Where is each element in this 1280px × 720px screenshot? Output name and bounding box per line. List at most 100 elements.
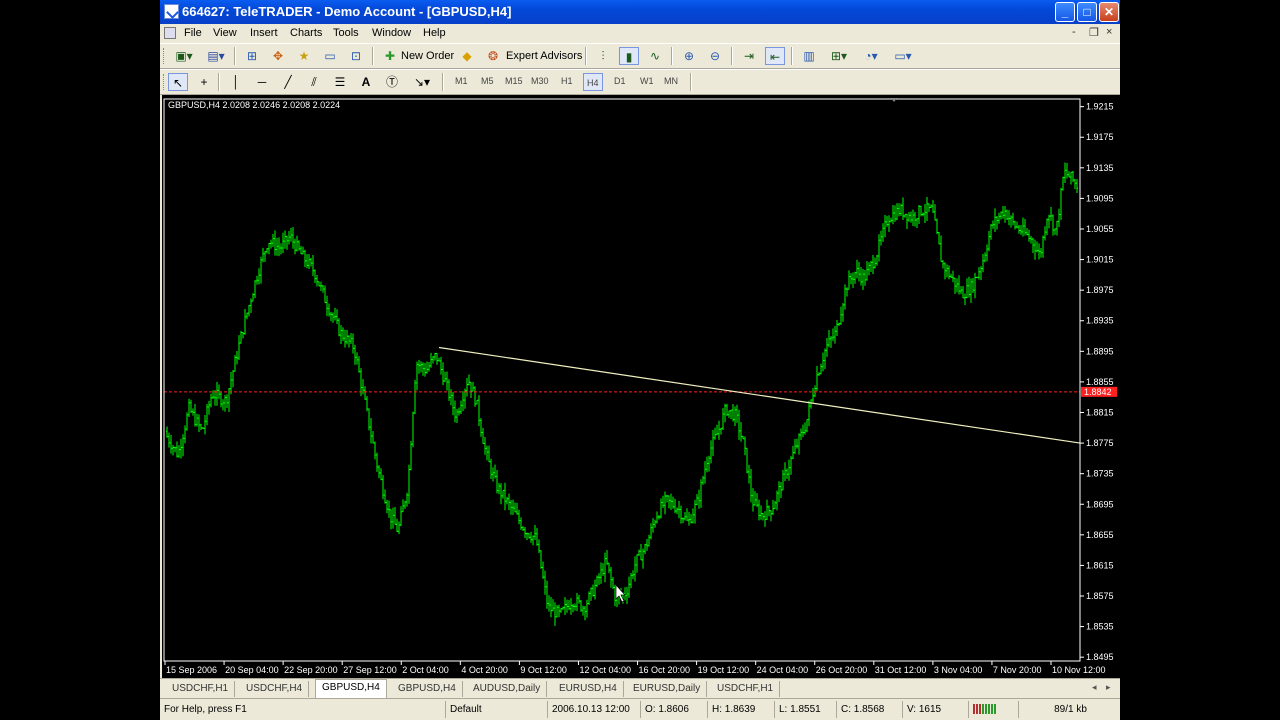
profiles-icon[interactable]: ▤▾	[202, 47, 230, 65]
y-tick-label: 1.9095	[1086, 193, 1114, 203]
indicators-icon[interactable]: ▥	[799, 47, 819, 65]
navigator-icon[interactable]: ✥	[268, 47, 288, 65]
new-order-icon[interactable]: ✚	[380, 47, 400, 65]
vertical-line-icon[interactable]: │	[226, 73, 246, 91]
y-tick-label: 1.8655	[1086, 530, 1114, 540]
autoscroll-icon[interactable]: ⇥	[739, 47, 759, 65]
mdi-restore-button[interactable]: ❐	[1089, 26, 1099, 39]
menu-help[interactable]: Help	[423, 27, 446, 39]
chart-window-icon[interactable]	[164, 27, 176, 39]
new-chart-icon[interactable]: ▣▾	[170, 47, 198, 65]
timeframe-h4[interactable]: H4	[583, 73, 603, 91]
menu-insert[interactable]: Insert	[250, 27, 278, 39]
tab-scroll-left-icon[interactable]: ◂	[1092, 682, 1097, 693]
status-low: L: 1.8551	[774, 701, 836, 718]
maximize-button[interactable]: □	[1077, 2, 1097, 22]
bar-chart-icon[interactable]: ⫶	[593, 47, 613, 65]
chart-window: 1.9215 1.9175 1.9135 1.9095 1.9055 1.9015 1.89…	[160, 95, 1120, 678]
chart-tab-gbpusd-h4-active[interactable]: GBPUSD,H4	[315, 679, 387, 698]
x-tick-label: 10 Nov 12:00	[1052, 665, 1106, 675]
text-icon[interactable]: A	[356, 73, 376, 91]
y-tick-label: 1.9215	[1086, 102, 1114, 112]
menu-charts[interactable]: Charts	[290, 27, 322, 39]
toolbar-grip[interactable]	[163, 48, 167, 64]
menu-view[interactable]: View	[213, 27, 237, 39]
chart-shift-icon[interactable]: ⇤	[765, 47, 785, 65]
y-tick-label: 1.8695	[1086, 499, 1114, 509]
x-tick-label: 22 Sep 20:00	[284, 665, 338, 675]
toolbar-separator	[234, 47, 236, 65]
chart-tab-usdchf-h1-2[interactable]: USDCHF,H1	[711, 681, 781, 697]
x-tick-label: 4 Oct 20:00	[461, 665, 508, 675]
application-window: 664627: TeleTRADER - Demo Account - [GBP…	[160, 0, 1120, 720]
x-tick-label: 9 Oct 12:00	[520, 665, 567, 675]
timeframe-m15[interactable]: M15	[505, 76, 523, 86]
equidistant-channel-icon[interactable]: ⫽	[304, 73, 324, 91]
menu-window[interactable]: Window	[372, 27, 411, 39]
chart-tab-gbpusd-h4[interactable]: GBPUSD,H4	[392, 681, 463, 697]
mdi-minimize-button[interactable]: -	[1072, 26, 1076, 38]
timeframe-w1[interactable]: W1	[640, 76, 654, 86]
toolbar-separator	[442, 73, 444, 91]
chart-tab-eurusd-daily[interactable]: EURUSD,Daily	[627, 681, 708, 697]
timeframe-mn[interactable]: MN	[664, 76, 678, 86]
templates-menu-icon[interactable]: ▭▾	[889, 47, 917, 65]
fibonacci-icon[interactable]: ☰	[330, 73, 350, 91]
timeframe-m30[interactable]: M30	[531, 76, 549, 86]
title-bar[interactable]: 664627: TeleTRADER - Demo Account - [GBP…	[160, 0, 1120, 24]
chart-tab-usdchf-h4[interactable]: USDCHF,H4	[240, 681, 310, 697]
standard-toolbar: ▣▾ ▤▾ ⊞ ✥ ★ ▭ ⊡ ✚ New Order ◆ ❂ Expert A…	[160, 43, 1120, 69]
strategy-tester-icon[interactable]: ⊡	[346, 47, 366, 65]
menu-tools[interactable]: Tools	[333, 27, 359, 39]
chart-tab-usdchf-h1[interactable]: USDCHF,H1	[166, 681, 236, 697]
y-tick-label: 1.8815	[1086, 407, 1114, 417]
expert-advisors-icon[interactable]: ❂	[483, 47, 503, 65]
alert-icon[interactable]: ◆	[457, 47, 477, 65]
horizontal-line-icon[interactable]: ─	[252, 73, 272, 91]
menu-file[interactable]: File	[184, 27, 202, 39]
periods-icon[interactable]: ◔▾	[857, 47, 885, 65]
app-icon[interactable]	[164, 4, 179, 19]
terminal-icon[interactable]: ▭	[320, 47, 340, 65]
chart-tab-eurusd-h4[interactable]: EURUSD,H4	[553, 681, 624, 697]
price-chart[interactable]: 1.9215 1.9175 1.9135 1.9095 1.9055 1.9015 1.89…	[162, 95, 1120, 678]
x-tick-label: 27 Sep 12:00	[343, 665, 397, 675]
crosshair-icon[interactable]: +	[194, 73, 214, 91]
favorites-icon[interactable]: ★	[294, 47, 314, 65]
status-datetime: 2006.10.13 12:00	[547, 701, 640, 718]
new-order-button[interactable]: New Order	[401, 50, 454, 62]
line-chart-icon[interactable]: ∿	[645, 47, 665, 65]
y-tick-label: 1.8935	[1086, 316, 1114, 326]
trendline-icon[interactable]: ╱	[278, 73, 298, 91]
zoom-in-icon[interactable]: ⊕	[679, 47, 699, 65]
toolbar-separator	[585, 47, 587, 65]
text-label-icon[interactable]: Ⓣ	[382, 73, 402, 91]
timeframe-m5[interactable]: M5	[481, 76, 494, 86]
toolbar-grip[interactable]	[163, 74, 167, 90]
timeframe-m1[interactable]: M1	[455, 76, 468, 86]
x-tick-label: 26 Oct 20:00	[816, 665, 868, 675]
arrows-icon[interactable]: ↘▾	[408, 73, 436, 91]
status-volume: V: 1615	[902, 701, 968, 718]
market-watch-icon[interactable]: ⊞	[242, 47, 262, 65]
x-tick-label: 31 Oct 12:00	[875, 665, 927, 675]
timeframe-h1[interactable]: H1	[561, 76, 573, 86]
cursor-icon[interactable]: ↖	[168, 73, 188, 91]
chart-tab-audusd-daily[interactable]: AUDUSD,Daily	[467, 681, 548, 697]
status-traffic: 89/1 kb	[1018, 701, 1118, 718]
timeframe-d1[interactable]: D1	[614, 76, 626, 86]
tab-scroll-right-icon[interactable]: ▸	[1106, 682, 1111, 693]
templates-icon[interactable]: ⊞▾	[825, 47, 853, 65]
chart-background	[162, 95, 1120, 678]
candlesticks-icon[interactable]: ▮	[619, 47, 639, 65]
y-tick-label: 1.8895	[1086, 346, 1114, 356]
expert-advisors-button[interactable]: Expert Advisors	[506, 50, 582, 62]
minimize-button[interactable]: _	[1055, 2, 1075, 22]
y-tick-label: 1.8535	[1086, 622, 1114, 632]
close-button[interactable]: ✕	[1099, 2, 1119, 22]
y-tick-label: 1.9135	[1086, 163, 1114, 173]
zoom-out-icon[interactable]: ⊖	[705, 47, 725, 65]
x-tick-label: 7 Nov 20:00	[993, 665, 1042, 675]
symbol-info: GBPUSD,H4 2.0208 2.0246 2.0208 2.0224	[168, 100, 340, 110]
mdi-close-button[interactable]: ×	[1106, 26, 1112, 38]
